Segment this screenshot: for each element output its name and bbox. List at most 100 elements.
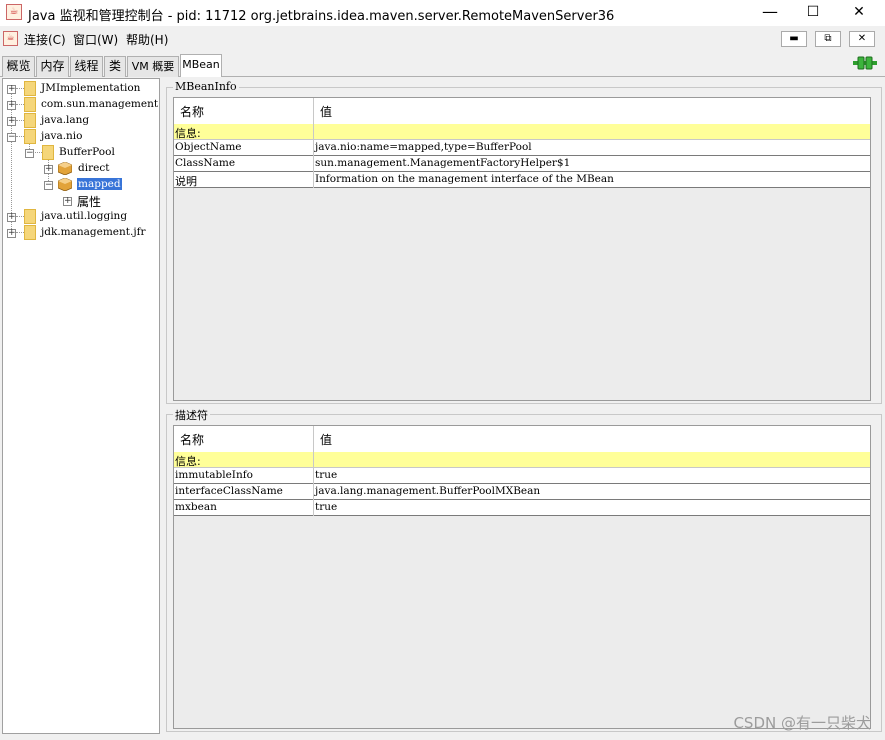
tree-node-label: mapped — [77, 178, 122, 190]
folder-icon — [24, 97, 36, 112]
expand-icon[interactable]: + — [7, 213, 16, 222]
tree-node-java-lang[interactable]: + java.lang — [3, 113, 153, 129]
table-row[interactable]: mxbean true — [174, 500, 870, 516]
close-button[interactable]: ✕ — [836, 0, 882, 26]
column-header-name[interactable]: 名称 — [180, 103, 204, 120]
title-bar: ☕ Java 监视和管理控制台 - pid: 11712 org.jetbrai… — [0, 0, 885, 26]
mbeaninfo-title: MBeanInfo — [173, 80, 239, 93]
expand-icon[interactable]: + — [63, 197, 72, 206]
tree-node-direct[interactable]: + direct — [3, 161, 153, 177]
table-row[interactable]: 信息: — [174, 124, 870, 140]
descriptor-table: 名称 值 信息: immutableInfo true interfaceCla… — [173, 425, 871, 729]
table-row[interactable]: immutableInfo true — [174, 468, 870, 484]
cell-name: ObjectName — [175, 141, 242, 153]
column-divider[interactable] — [313, 98, 314, 188]
tree-node-label: com.sun.management — [41, 98, 159, 110]
tab-overview[interactable]: 概览 — [2, 56, 35, 77]
tree-node-label: java.nio — [41, 130, 83, 142]
menu-help[interactable]: 帮助(H) — [126, 31, 168, 48]
java-app-icon: ☕ — [6, 4, 22, 20]
table-row[interactable]: 说明 Information on the management interfa… — [174, 172, 870, 188]
tree-node-label: JMImplementation — [41, 82, 141, 94]
expand-icon[interactable]: + — [7, 85, 16, 94]
tree-node-jmimplementation[interactable]: + JMImplementation — [3, 81, 153, 97]
cell-value: java.nio:name=mapped,type=BufferPool — [315, 141, 532, 153]
column-header-value[interactable]: 值 — [320, 431, 332, 448]
column-divider[interactable] — [313, 426, 314, 516]
expand-icon[interactable]: + — [7, 117, 16, 126]
mbeaninfo-table: 名称 值 信息: ObjectName java.nio:name=mapped… — [173, 97, 871, 401]
mbean-tree: + JMImplementation + com.sun.management … — [2, 78, 160, 734]
expand-icon[interactable]: + — [44, 165, 53, 174]
tab-bar: 概览 内存 线程 类 VM 概要 MBean — [0, 53, 885, 77]
cell-name: immutableInfo — [175, 469, 253, 481]
table-row[interactable]: ClassName sun.management.ManagementFacto… — [174, 156, 870, 172]
descriptor-title: 描述符 — [173, 407, 210, 423]
folder-icon — [24, 209, 36, 224]
cell-value: java.lang.management.BufferPoolMXBean — [315, 485, 541, 497]
tab-classes[interactable]: 类 — [104, 56, 126, 77]
table-header: 名称 值 — [174, 98, 870, 125]
table-row[interactable]: 信息: — [174, 452, 870, 468]
mbeaninfo-panel: MBeanInfo 名称 值 信息: ObjectName java.nio:n… — [166, 80, 882, 404]
collapse-icon[interactable]: − — [25, 149, 34, 158]
column-header-name[interactable]: 名称 — [180, 431, 204, 448]
cell-name: 说明 — [175, 175, 197, 188]
mbean-icon — [58, 162, 72, 175]
tab-memory[interactable]: 内存 — [36, 56, 69, 77]
cell-name: interfaceClassName — [175, 485, 283, 497]
cell-name: 信息: — [175, 455, 201, 468]
tree-node-java-util-logging[interactable]: + java.util.logging — [3, 209, 153, 225]
tree-node-label: java.lang — [41, 114, 90, 126]
folder-icon — [24, 129, 36, 144]
folder-icon — [42, 145, 54, 160]
cell-value: sun.management.ManagementFactoryHelper$1 — [315, 157, 571, 169]
table-row[interactable]: interfaceClassName java.lang.management.… — [174, 484, 870, 500]
tree-node-jdk-management-jfr[interactable]: + jdk.management.jfr — [3, 225, 153, 241]
split-pane-divider[interactable] — [160, 78, 165, 734]
folder-icon — [24, 113, 36, 128]
folder-icon — [24, 81, 36, 96]
column-header-value[interactable]: 值 — [320, 103, 332, 120]
minimize-button[interactable]: — — [747, 0, 793, 26]
cell-value: Information on the management interface … — [315, 173, 614, 185]
connection-status-icon — [853, 56, 877, 70]
tree-node-label: BufferPool — [59, 146, 115, 158]
cell-value: true — [315, 469, 338, 481]
descriptor-panel: 描述符 名称 值 信息: immutableInfo true interfac… — [166, 407, 882, 732]
tree-node-bufferpool[interactable]: − BufferPool — [3, 145, 153, 161]
cell-value: true — [315, 501, 338, 513]
collapse-icon[interactable]: − — [44, 181, 53, 190]
mbean-icon — [58, 178, 72, 191]
collapse-icon[interactable]: − — [7, 133, 16, 142]
folder-icon — [24, 225, 36, 240]
tab-threads[interactable]: 线程 — [70, 56, 103, 77]
expand-icon[interactable]: + — [7, 101, 16, 110]
cell-name: mxbean — [175, 501, 217, 513]
maximize-button[interactable]: ☐ — [790, 0, 836, 26]
inner-restore-button[interactable]: ⧉ — [815, 31, 841, 47]
tree-node-label: direct — [78, 162, 110, 174]
menu-window[interactable]: 窗口(W) — [73, 31, 118, 48]
menu-connection[interactable]: 连接(C) — [24, 31, 66, 48]
inner-close-button[interactable]: ✕ — [849, 31, 875, 47]
window-title: Java 监视和管理控制台 - pid: 11712 org.jetbrains… — [28, 9, 615, 24]
expand-icon[interactable]: + — [7, 229, 16, 238]
tree-node-attributes[interactable]: + 属性 — [3, 193, 153, 209]
watermark: CSDN @有一只柴犬 — [733, 714, 871, 732]
cell-name: 信息: — [175, 127, 201, 140]
tree-node-label: 属性 — [77, 195, 102, 209]
tab-vm-summary[interactable]: VM 概要 — [127, 56, 179, 77]
java-menu-icon[interactable]: ☕ — [3, 31, 18, 46]
tree-node-label: java.util.logging — [41, 210, 128, 222]
table-header: 名称 值 — [174, 426, 870, 453]
cell-name: ClassName — [175, 157, 236, 169]
tab-mbean[interactable]: MBean — [180, 54, 222, 77]
inner-minimize-button[interactable]: ▬ — [781, 31, 807, 47]
tree-node-mapped[interactable]: − mapped — [3, 177, 153, 193]
table-row[interactable]: ObjectName java.nio:name=mapped,type=Buf… — [174, 140, 870, 156]
tree-node-label: jdk.management.jfr — [41, 226, 146, 238]
tree-node-java-nio[interactable]: − java.nio — [3, 129, 153, 145]
tree-node-com-sun-management[interactable]: + com.sun.management — [3, 97, 158, 113]
menu-bar: ☕ 连接(C) 窗口(W) 帮助(H) — [0, 28, 885, 50]
